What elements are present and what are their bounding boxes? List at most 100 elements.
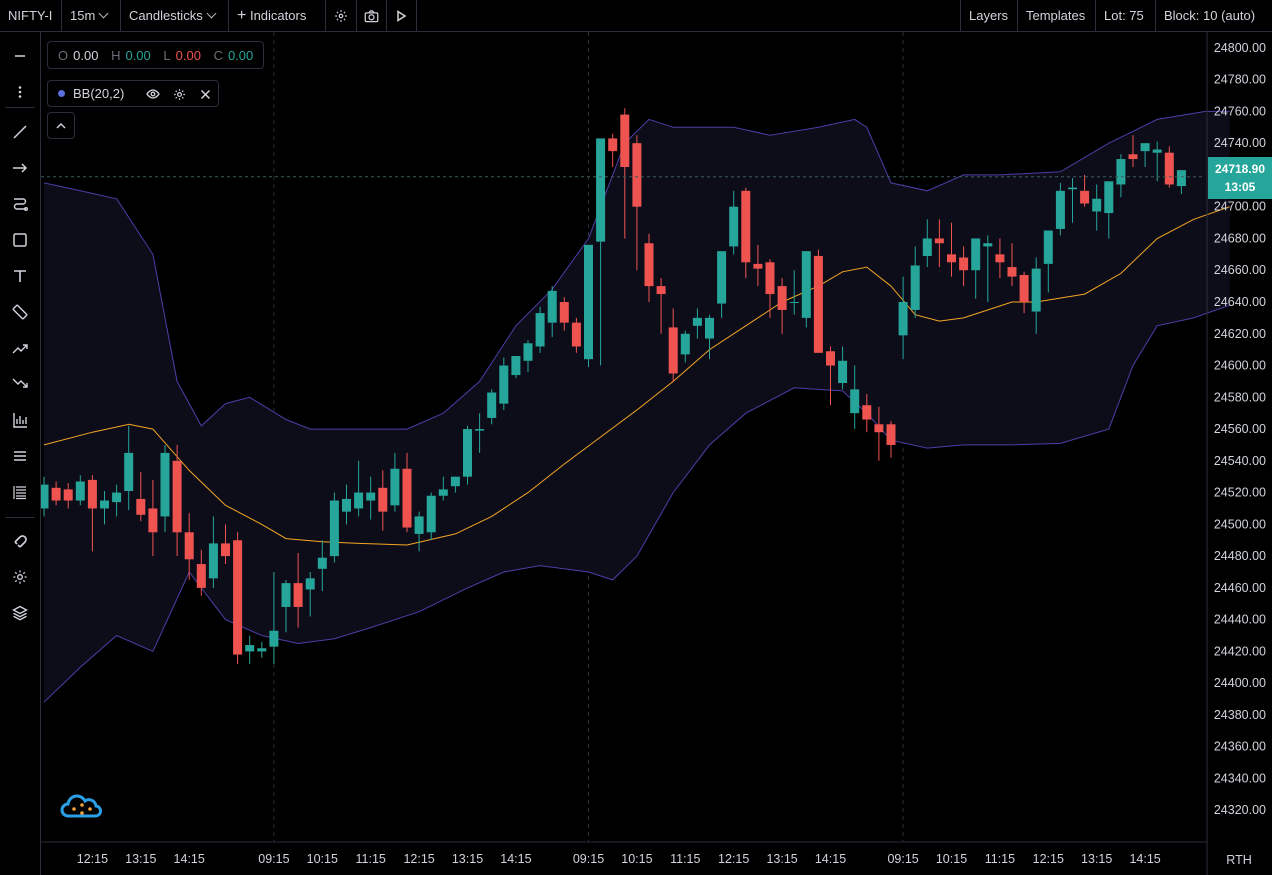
minus-tool[interactable] bbox=[9, 45, 31, 67]
candlestick-chart[interactable]: 24320.00 24340.00 24360.00 24380.00 24400.00… bbox=[41, 32, 1272, 875]
candle-body bbox=[668, 327, 678, 374]
magnet-tool[interactable] bbox=[9, 530, 31, 552]
play-icon bbox=[397, 9, 407, 22]
candle-body bbox=[1019, 275, 1029, 302]
time-tick-label: 11:15 bbox=[985, 852, 1015, 866]
time-tick-label: 11:15 bbox=[356, 852, 386, 866]
symbol-selector[interactable]: NIFTY-I bbox=[0, 0, 62, 31]
candle-body bbox=[233, 540, 243, 655]
candle-body bbox=[1104, 181, 1114, 214]
ray-tool[interactable] bbox=[9, 157, 31, 179]
candle-body bbox=[741, 190, 751, 263]
candle-body bbox=[753, 263, 763, 269]
cloud-logo-icon bbox=[60, 794, 103, 818]
open-value: 0.00 bbox=[73, 48, 99, 63]
candle-body bbox=[584, 244, 593, 360]
chart-settings-tool[interactable] bbox=[9, 566, 31, 588]
rectangle-icon bbox=[13, 233, 27, 247]
trend-up-tool[interactable] bbox=[9, 337, 31, 359]
candle-body bbox=[1116, 159, 1126, 185]
candle-body bbox=[934, 238, 944, 244]
screenshot-button[interactable] bbox=[356, 0, 387, 31]
candle bbox=[801, 251, 811, 328]
text-tool[interactable] bbox=[9, 265, 31, 287]
block-size-button[interactable]: Block: 10 (auto) bbox=[1155, 0, 1272, 31]
replay-button[interactable] bbox=[386, 0, 417, 31]
brand-logo bbox=[60, 794, 104, 820]
time-tick-label: 13:15 bbox=[452, 852, 483, 866]
toggle-visibility-button[interactable] bbox=[145, 86, 161, 102]
indicator-settings-button[interactable] bbox=[171, 86, 187, 102]
templates-button[interactable]: Templates bbox=[1017, 0, 1095, 31]
toolbar-divider bbox=[5, 517, 35, 518]
candle-body bbox=[281, 583, 291, 607]
trend-line-tool[interactable] bbox=[9, 121, 31, 143]
candle-body bbox=[293, 583, 303, 607]
camera-icon bbox=[364, 9, 378, 22]
layers-button[interactable]: Layers bbox=[960, 0, 1017, 31]
candle-body bbox=[87, 479, 97, 509]
candle-body bbox=[317, 557, 327, 569]
candle-body bbox=[426, 495, 436, 533]
candle-body bbox=[329, 500, 339, 557]
time-tick-label: 14:15 bbox=[174, 852, 205, 866]
candle-body bbox=[390, 468, 400, 506]
fib-tool[interactable] bbox=[9, 481, 31, 503]
high-value: 0.00 bbox=[125, 48, 151, 63]
candle-body bbox=[160, 452, 170, 517]
candle-body bbox=[729, 206, 739, 247]
candle-body bbox=[947, 254, 956, 263]
more-tool[interactable] bbox=[9, 81, 31, 103]
candle-body bbox=[1140, 143, 1150, 152]
minus-icon bbox=[15, 55, 25, 57]
trend-down-tool[interactable] bbox=[9, 373, 31, 395]
candle-body bbox=[523, 343, 533, 361]
high-key: H bbox=[111, 48, 121, 63]
chevron-down-icon bbox=[206, 8, 217, 19]
price-tick-label: 24620.00 bbox=[1214, 327, 1266, 341]
lot-size-button[interactable]: Lot: 75 bbox=[1095, 0, 1155, 31]
magnet-icon bbox=[14, 535, 27, 548]
price-tick-label: 24580.00 bbox=[1214, 390, 1266, 404]
chart-style-selector[interactable]: Candlesticks bbox=[121, 0, 229, 31]
candle-body bbox=[608, 138, 618, 152]
candle-body bbox=[850, 389, 860, 414]
layers-icon bbox=[12, 605, 28, 621]
candle bbox=[608, 133, 618, 167]
indicators-button[interactable]: + Indicators bbox=[229, 0, 326, 31]
candle-body bbox=[535, 313, 545, 347]
volume-tool[interactable] bbox=[9, 409, 31, 431]
candle-body bbox=[1152, 149, 1162, 153]
last-price-label: 24718.90 13:05 bbox=[1208, 157, 1272, 199]
indicator-color-dot bbox=[58, 90, 65, 97]
time-tick-label: 12:15 bbox=[77, 852, 108, 866]
gear-icon bbox=[13, 570, 27, 584]
remove-indicator-button[interactable] bbox=[197, 86, 213, 102]
candle-body bbox=[1164, 152, 1174, 185]
price-tick-label: 24760.00 bbox=[1214, 104, 1266, 118]
candle-body bbox=[184, 532, 194, 560]
rectangle-tool[interactable] bbox=[9, 229, 31, 251]
ruler-icon bbox=[12, 304, 28, 320]
candle-body bbox=[221, 543, 230, 557]
layers-tool[interactable] bbox=[9, 602, 31, 624]
horizontal-lines-tool[interactable] bbox=[9, 445, 31, 467]
chart-area[interactable]: 24320.00 24340.00 24360.00 24380.00 24400.00… bbox=[41, 32, 1272, 875]
candle bbox=[257, 641, 267, 658]
interval-selector[interactable]: 15m bbox=[62, 0, 121, 31]
candle bbox=[245, 635, 255, 665]
measure-tool[interactable] bbox=[9, 301, 31, 323]
candle-body bbox=[1080, 190, 1090, 204]
path-tool[interactable] bbox=[9, 193, 31, 215]
candle-body bbox=[922, 238, 932, 256]
candle-body bbox=[1068, 187, 1077, 190]
settings-button[interactable] bbox=[326, 0, 357, 31]
candle-body bbox=[100, 500, 109, 509]
collapse-legend-button[interactable] bbox=[47, 112, 75, 139]
candle-body bbox=[414, 516, 424, 534]
toolbar-divider bbox=[5, 107, 35, 108]
price-tick-label: 24520.00 bbox=[1214, 486, 1266, 500]
time-tick-label: 10:15 bbox=[936, 852, 967, 866]
indicator-legend[interactable]: BB(20,2) bbox=[47, 80, 219, 107]
candle-body bbox=[208, 543, 218, 579]
